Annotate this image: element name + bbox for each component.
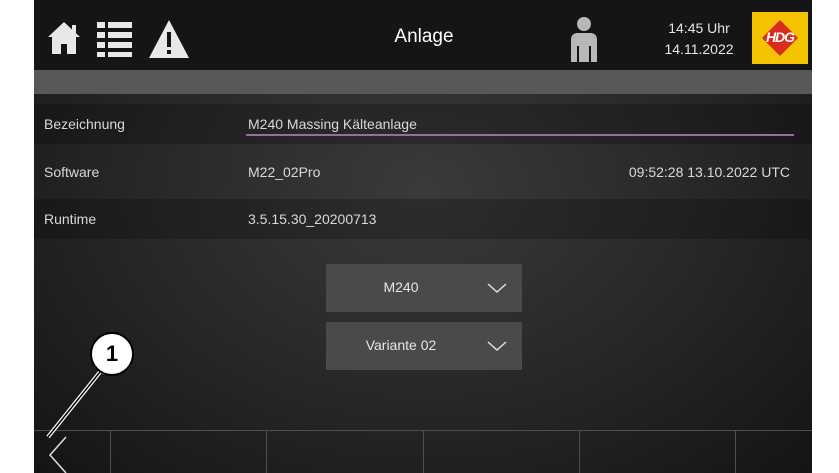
callout-leader-line: [46, 370, 102, 439]
callout-marker: 1: [90, 332, 134, 376]
